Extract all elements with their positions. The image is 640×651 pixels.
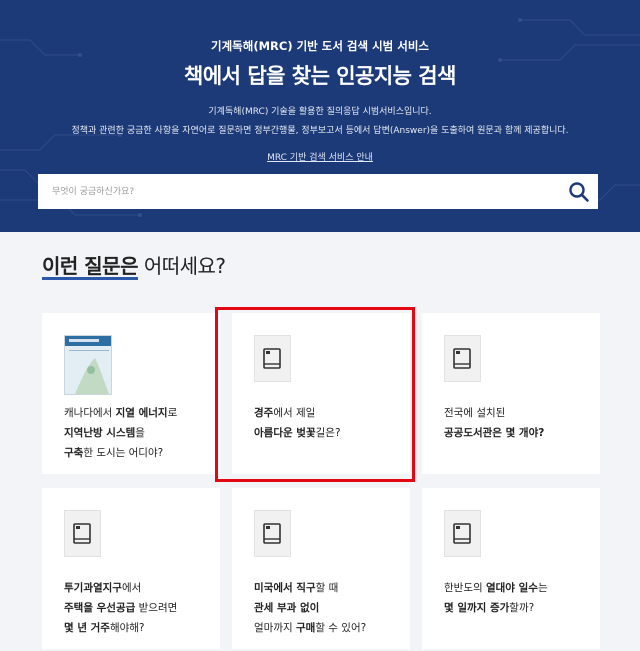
card-question-line: 주택을 우선공급 받으려면 [64,598,214,618]
question-text: 로 [167,407,178,419]
keyword-text: 아름다운 벚꽃 [254,427,316,439]
report-cover-thumbnail [64,335,112,395]
question-card[interactable]: 경주에서 제일 아름다운 벚꽃길은? [232,313,410,474]
card-question-line: 몇 일까지 증가할까? [444,598,594,618]
card-question-text: 투기과열지구에서 주택을 우선공급 받으려면 몇 년 거주해야해? [64,578,214,638]
keyword-text: 경주 [254,407,274,419]
book-icon [453,523,471,544]
card-question-text: 경주에서 제일 아름다운 벚꽃길은? [254,403,404,443]
question-card[interactable]: 캐나다에서 지열 에너지로 지역난방 시스템을 구축한 도시는 어디야? [42,313,220,474]
section-title-strong: 이런 질문은 [42,254,138,278]
card-question-line: 구축한 도시는 어디야? [64,443,214,463]
book-icon [263,523,281,544]
question-text: 전국에 설치된 [444,407,506,419]
question-card[interactable]: 투기과열지구에서 주택을 우선공급 받으려면 몇 년 거주해야해? [42,488,220,649]
section-title: 이런 질문은 어떠세요? [42,250,226,279]
hero-banner: 기계독해(MRC) 기반 도서 검색 시범 서비스 책에서 답을 찾는 인공지능… [0,0,640,232]
card-question-line: 미국에서 직구할 때 [254,578,404,598]
service-info-link[interactable]: MRC 기반 검색 서비스 안내 [267,153,373,163]
question-card[interactable]: 전국에 설치된공공도서관은 몇 개야? [422,313,600,474]
card-question-line: 캐나다에서 지열 에너지로 [64,403,214,423]
question-text: 할까? [509,602,535,614]
question-text: 받으려면 [135,602,178,614]
service-info-link-row: MRC 기반 검색 서비스 안내 [0,150,640,163]
card-question-line: 몇 년 거주해야해? [64,618,214,638]
question-text: 한 도시는 어디야? [83,447,164,459]
card-question-line: 아름다운 벚꽃길은? [254,423,404,443]
book-icon [73,523,91,544]
card-question-text: 미국에서 직구할 때관세 부과 없이얼마까지 구매할 수 있어? [254,578,404,638]
question-text: 얼마까지 [254,622,296,634]
card-question-line: 한반도의 열대야 일수는 [444,578,594,598]
card-question-line: 경주에서 제일 [254,403,404,423]
card-question-line: 전국에 설치된 [444,403,594,423]
book-thumbnail [444,335,481,382]
question-text: 에서 제일 [273,407,316,419]
card-question-text: 한반도의 열대야 일수는 몇 일까지 증가할까? [444,578,594,618]
question-text: 할 수 있어? [315,622,367,634]
keyword-text: 주택을 우선공급 [64,602,136,614]
book-thumbnail [64,510,101,557]
hero-subtitle: 기계독해(MRC) 기반 도서 검색 시범 서비스 [211,39,429,53]
question-text: 는 [537,582,548,594]
keyword-text: 투기과열지구 [64,582,122,594]
question-text: 에서 [121,582,142,594]
book-icon [263,348,281,369]
keyword-text: 몇 일까지 증가 [444,602,510,614]
book-thumbnail [254,335,291,382]
question-text: 을 [135,427,145,439]
search-icon[interactable] [568,181,590,203]
keyword-text: 지열 에너지 [115,407,168,419]
card-question-text: 캐나다에서 지열 에너지로 지역난방 시스템을 구축한 도시는 어디야? [64,403,214,463]
question-card[interactable]: 한반도의 열대야 일수는 몇 일까지 증가할까? [422,488,600,649]
keyword-text: 몇 년 거주 [64,622,110,634]
book-thumbnail [444,510,481,557]
card-question-line: 지역난방 시스템을 [64,423,214,443]
hero-description-2: 정책과 관련한 궁금한 사항을 자연어로 질문하면 정부간행물, 정부보고서 등… [71,126,569,136]
card-question-text: 전국에 설치된공공도서관은 몇 개야? [444,403,594,443]
hero-description-1: 기계독해(MRC) 기술을 활용한 질의응답 시범서비스입니다. [208,107,432,117]
search-box [38,174,598,209]
card-question-line: 투기과열지구에서 [64,578,214,598]
keyword-text: 미국에서 직구 [254,582,316,594]
book-icon [453,348,471,369]
section-title-rest: 어떠세요? [137,254,226,278]
keyword-text: 관세 부과 없이 [254,602,320,614]
question-text: 한반도의 [444,582,486,594]
search-input[interactable] [38,174,558,209]
question-card[interactable]: 미국에서 직구할 때관세 부과 없이얼마까지 구매할 수 있어? [232,488,410,649]
hero-title: 책에서 답을 찾는 인공지능 검색 [184,64,456,88]
keyword-text: 지역난방 시스템 [64,427,136,439]
book-thumbnail [254,510,291,557]
keyword-text: 구매 [295,622,316,634]
question-text: 할 때 [315,582,339,594]
card-question-line: 관세 부과 없이 [254,598,404,618]
question-text: 해야해? [109,622,145,634]
question-text: 캐나다에서 [64,407,116,419]
question-text: 길은? [315,427,341,439]
card-question-line: 공공도서관은 몇 개야? [444,423,594,443]
keyword-text: 구축 [64,447,84,459]
card-question-line: 얼마까지 구매할 수 있어? [254,618,404,638]
keyword-text: 공공도서관은 몇 개야? [444,427,545,439]
keyword-text: 열대야 일수 [485,582,538,594]
